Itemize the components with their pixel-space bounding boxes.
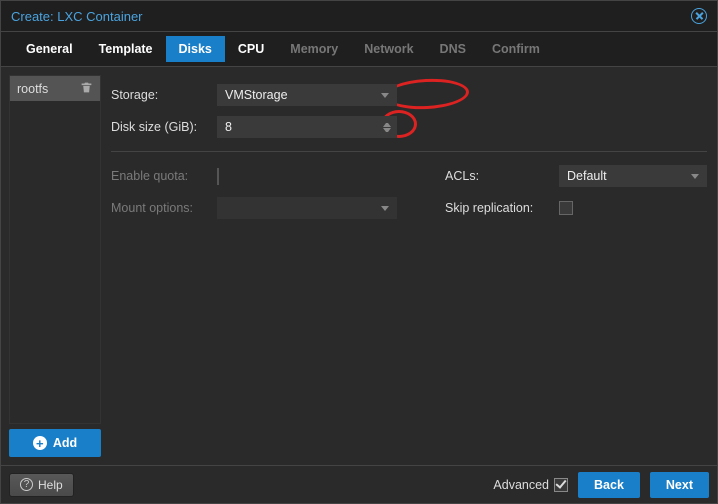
- storage-label: Storage:: [111, 88, 207, 102]
- add-button-label: Add: [53, 436, 77, 450]
- divider: [111, 151, 707, 152]
- skip-replication-label: Skip replication:: [445, 201, 549, 215]
- storage-value: VMStorage: [225, 88, 288, 102]
- disk-item-label: rootfs: [17, 82, 48, 96]
- disk-form: Storage: VMStorage Disk size (GiB): 8 En…: [109, 75, 709, 457]
- advanced-label: Advanced: [493, 478, 549, 492]
- advanced-toggle[interactable]: Advanced: [493, 478, 568, 492]
- window-title: Create: LXC Container: [11, 9, 143, 24]
- tab-template[interactable]: Template: [86, 36, 166, 62]
- next-label: Next: [666, 478, 693, 492]
- help-icon: ?: [20, 478, 33, 491]
- titlebar: Create: LXC Container: [0, 0, 718, 32]
- skip-replication-checkbox[interactable]: [559, 201, 573, 215]
- enable-quota-checkbox: [217, 168, 219, 185]
- advanced-checkbox[interactable]: [554, 478, 568, 492]
- acls-value: Default: [567, 169, 607, 183]
- add-button[interactable]: + Add: [9, 429, 101, 457]
- mount-options-select: [217, 197, 397, 219]
- tab-memory: Memory: [277, 36, 351, 62]
- tabbar: General Template Disks CPU Memory Networ…: [0, 32, 718, 66]
- disk-list: rootfs: [9, 75, 101, 424]
- back-label: Back: [594, 478, 624, 492]
- disk-size-stepper[interactable]: 8: [217, 116, 397, 138]
- footer: ? Help Advanced Back Next: [0, 466, 718, 504]
- back-button[interactable]: Back: [578, 472, 640, 498]
- tab-disks[interactable]: Disks: [166, 36, 225, 62]
- next-button[interactable]: Next: [650, 472, 709, 498]
- tab-cpu[interactable]: CPU: [225, 36, 277, 62]
- trash-icon[interactable]: [80, 81, 93, 97]
- acls-select[interactable]: Default: [559, 165, 707, 187]
- enable-quota-label: Enable quota:: [111, 169, 207, 183]
- body: rootfs + Add Storage: VMStorage: [0, 66, 718, 466]
- storage-select[interactable]: VMStorage: [217, 84, 397, 106]
- tab-network: Network: [351, 36, 426, 62]
- spinner-icon: [383, 123, 391, 132]
- acls-label: ACLs:: [445, 169, 549, 183]
- chevron-down-icon: [381, 206, 389, 211]
- disk-item-rootfs[interactable]: rootfs: [10, 76, 100, 101]
- plus-icon: +: [33, 436, 47, 450]
- close-icon[interactable]: [691, 8, 707, 24]
- tab-confirm: Confirm: [479, 36, 553, 62]
- help-label: Help: [38, 478, 63, 492]
- disk-size-label: Disk size (GiB):: [111, 120, 207, 134]
- disk-sidebar: rootfs + Add: [9, 75, 101, 457]
- tab-dns: DNS: [427, 36, 479, 62]
- mount-options-label: Mount options:: [111, 201, 207, 215]
- chevron-down-icon: [381, 93, 389, 98]
- chevron-down-icon: [691, 174, 699, 179]
- tab-general[interactable]: General: [13, 36, 86, 62]
- disk-size-value: 8: [225, 120, 232, 134]
- help-button[interactable]: ? Help: [9, 473, 74, 497]
